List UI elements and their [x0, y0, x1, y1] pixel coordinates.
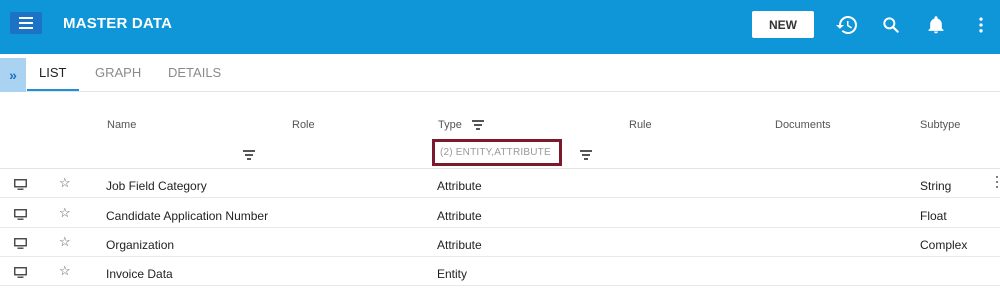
- active-tab-indicator: [27, 89, 79, 91]
- row-type: Attribute: [437, 209, 482, 223]
- more-vert-icon[interactable]: [968, 12, 994, 38]
- type-filter-field[interactable]: (2) ENTITY,ATTRIBUTE: [432, 139, 562, 166]
- tab-bar: » LIST GRAPH DETAILS: [0, 54, 1000, 92]
- menu-icon[interactable]: [10, 12, 42, 34]
- table-row[interactable]: ☆ Invoice Data Entity: [0, 257, 1000, 286]
- rule-filter-icon[interactable]: [580, 150, 592, 160]
- tab-details[interactable]: DETAILS: [168, 65, 221, 80]
- star-icon[interactable]: ☆: [59, 206, 71, 219]
- column-header-type[interactable]: Type: [438, 119, 462, 131]
- column-header-subtype[interactable]: Subtype: [920, 119, 960, 131]
- table-row[interactable]: ☆ Job Field Category Attribute String: [0, 169, 1000, 198]
- monitor-icon[interactable]: [14, 209, 27, 220]
- row-subtype: Float: [920, 209, 947, 223]
- new-button[interactable]: NEW: [752, 11, 814, 38]
- row-options-icon[interactable]: [996, 176, 999, 188]
- row-name: Organization: [106, 238, 175, 252]
- column-header-name[interactable]: Name: [107, 119, 136, 131]
- table-row[interactable]: ☆ Organization Attribute Complex: [0, 228, 1000, 257]
- row-type: Entity: [437, 267, 468, 281]
- monitor-icon[interactable]: [14, 267, 27, 278]
- column-header-role[interactable]: Role: [292, 119, 315, 131]
- tab-list[interactable]: LIST: [39, 65, 66, 80]
- page-title: MASTER DATA: [63, 15, 173, 32]
- type-filter-icon[interactable]: [472, 120, 484, 130]
- row-subtype: String: [920, 179, 952, 193]
- row-name: Invoice Data: [106, 267, 173, 281]
- row-subtype: Complex: [920, 238, 968, 252]
- star-icon[interactable]: ☆: [59, 264, 71, 277]
- name-filter-icon[interactable]: [243, 150, 255, 160]
- history-icon[interactable]: [834, 12, 860, 38]
- tab-graph[interactable]: GRAPH: [95, 65, 141, 80]
- row-type: Attribute: [437, 179, 482, 193]
- row-type: Attribute: [437, 238, 482, 252]
- search-icon[interactable]: [878, 12, 904, 38]
- star-icon[interactable]: ☆: [59, 176, 71, 189]
- row-name: Job Field Category: [106, 179, 207, 193]
- type-filter-value: (2) ENTITY,ATTRIBUTE: [440, 147, 551, 158]
- table-row[interactable]: ☆ Candidate Application Number Attribute…: [0, 199, 1000, 228]
- star-icon[interactable]: ☆: [59, 235, 71, 248]
- column-header-documents[interactable]: Documents: [775, 119, 831, 131]
- column-header-rule[interactable]: Rule: [629, 119, 652, 131]
- expand-panel-button[interactable]: »: [0, 58, 26, 92]
- bell-icon[interactable]: [923, 12, 949, 38]
- monitor-icon[interactable]: [14, 179, 27, 190]
- app-header: MASTER DATA NEW: [0, 0, 1000, 54]
- row-name: Candidate Application Number: [106, 209, 269, 223]
- monitor-icon[interactable]: [14, 238, 27, 249]
